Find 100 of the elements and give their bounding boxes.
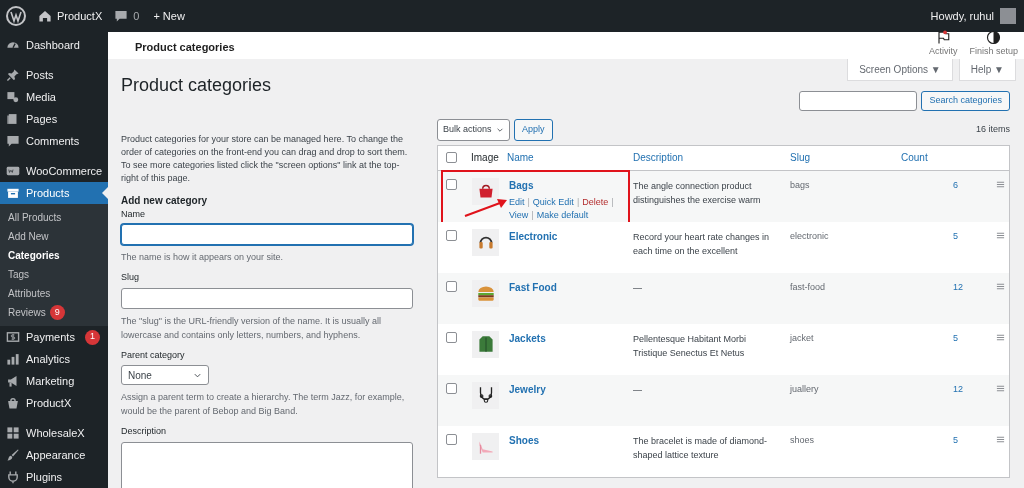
row-action-link[interactable]: Edit [509, 195, 525, 209]
parent-category-select[interactable]: None [121, 365, 209, 385]
row-action-link[interactable]: Delete [582, 195, 609, 209]
drag-handle-icon [996, 434, 1005, 444]
screen-tab[interactable]: Help ▼ [958, 58, 1016, 81]
separator-text: | [527, 195, 530, 209]
product-total-link[interactable]: 5 [953, 228, 958, 243]
description-cell-text: Pellentesque Habitant Morbi Tristique Senectus Et Netus [633, 332, 748, 360]
slug-cell-text: jacket [790, 331, 815, 345]
apply-button[interactable]: Apply [514, 118, 553, 141]
sidebar-item[interactable]: WholesaleX [0, 422, 108, 444]
field-label: Slug [121, 271, 140, 284]
product-total-link[interactable]: 12 [953, 279, 963, 294]
megaphone-icon [6, 374, 20, 388]
site-link[interactable]: ProductX [38, 7, 103, 25]
field-label: Parent category [121, 348, 186, 362]
sidebar-item[interactable]: Plugins [0, 466, 108, 488]
form-heading: Add new category [121, 193, 209, 208]
separator-text: | [576, 195, 580, 209]
header-action[interactable]: Finish setup [969, 30, 1018, 59]
category-name-link[interactable]: Fast Food [509, 279, 557, 295]
help-text: Assign a parent term to create a hierarchy. The term Jazz, for example, would be the parent of Bebop and Big Band. [121, 391, 406, 418]
submenu-item[interactable]: Reviews 9 [0, 303, 108, 322]
pages-icon [6, 112, 20, 126]
screen-tab[interactable]: Screen Options ▼ [847, 58, 953, 81]
drag-handle-icon [996, 230, 1005, 240]
row-checkbox[interactable] [446, 280, 457, 292]
count-badge: 1 [84, 329, 100, 345]
category-name-link[interactable]: Shoes [509, 432, 539, 448]
sidebar-item[interactable]: Marketing [0, 370, 108, 392]
item-count: 16 items [976, 122, 1010, 136]
box-icon [6, 186, 20, 200]
category-name-link[interactable]: Jackets [509, 330, 546, 346]
brush-icon [6, 448, 20, 462]
category-name-link[interactable]: Jewelry [509, 381, 546, 397]
slug-cell-text: fast-food [790, 280, 827, 294]
input-field[interactable] [121, 224, 413, 245]
greeting-text: Howdy, ruhul [930, 8, 994, 24]
media-icon [6, 90, 20, 104]
help-text: The name is how it appears on your site. [121, 251, 285, 264]
sidebar-item[interactable]: Comments [0, 130, 108, 152]
column-header-link[interactable]: Slug [790, 150, 810, 165]
sidebar-item[interactable]: Posts [0, 64, 108, 86]
search-button[interactable]: Search categories [921, 90, 1010, 111]
page-title: Product categories [121, 73, 273, 97]
drag-handle-icon [996, 332, 1005, 342]
intro-text: Product categories for your store can be managed here. To change the order of categories on the front-end you can drag and drop to sort them. To see more categories listed click the "screen options" link at the top-right of this page. [121, 132, 409, 185]
select-all-checkbox[interactable] [446, 152, 457, 163]
column-header-link[interactable]: Description [633, 150, 684, 165]
row-action-link[interactable]: Quick Edit [532, 195, 574, 209]
row-checkbox[interactable] [446, 229, 457, 241]
header-title: Product categories [135, 40, 235, 55]
field-label: Name [121, 207, 146, 221]
row-checkbox[interactable] [446, 433, 457, 445]
separator-text: | [611, 195, 614, 209]
dollar-sign-icon [6, 330, 20, 344]
description-cell-text: — [633, 383, 643, 397]
product-total-link[interactable]: 5 [953, 432, 958, 447]
category-name-link[interactable]: Electronic [509, 228, 558, 244]
product-total-link[interactable]: 6 [953, 177, 958, 192]
sidebar-item[interactable]: Appearance [0, 444, 108, 466]
description-cell-text: — [633, 281, 643, 295]
sidebar-item[interactable]: Payments 1 [0, 326, 108, 348]
count-badge: 9 [49, 305, 65, 320]
sidebar-item[interactable]: Pages [0, 108, 108, 130]
sidebar-item[interactable]: Analytics [0, 348, 108, 370]
submenu-item[interactable]: Attributes [0, 284, 108, 303]
description-cell-text: The bracelet is made of diamond-shaped lattice texture [633, 434, 769, 462]
sidebar-item[interactable]: Media [0, 86, 108, 108]
product-total-link[interactable]: 12 [953, 381, 963, 396]
new-link[interactable]: + New [153, 7, 185, 25]
row-action-link[interactable]: View [509, 208, 529, 222]
row-checkbox[interactable] [446, 178, 457, 190]
speech-bubble-icon [114, 9, 129, 23]
sidebar-item[interactable]: WooCommerce [0, 160, 108, 182]
drag-handle-icon [996, 281, 1005, 291]
header-action[interactable]: Activity [928, 30, 958, 59]
category-name-link[interactable]: Bags [509, 177, 534, 193]
bulk-actions-select[interactable]: Bulk actions [437, 118, 510, 141]
comments-link[interactable]: 0 [114, 7, 140, 25]
row-checkbox[interactable] [446, 382, 457, 394]
row-checkbox[interactable] [446, 331, 457, 343]
column-header-link[interactable]: Name [507, 150, 534, 165]
submenu-item[interactable]: All Products [0, 208, 108, 227]
input-field[interactable] [121, 287, 413, 309]
submenu-item[interactable]: Add New [0, 227, 108, 246]
sidebar-item[interactable]: ProductX [0, 392, 108, 414]
sidebar-item[interactable]: Products [0, 182, 108, 204]
submenu-item[interactable]: Tags [0, 265, 108, 284]
search-field[interactable] [799, 90, 918, 111]
row-action-link[interactable]: Make default [536, 208, 589, 222]
submenu-item[interactable]: Categories [0, 246, 108, 265]
product-total-link[interactable]: 5 [953, 330, 958, 345]
drag-handle-icon [996, 179, 1005, 189]
plug-icon [6, 470, 20, 484]
grid-icon [6, 426, 20, 440]
sidebar-item[interactable]: Dashboard [0, 34, 108, 56]
column-header-link[interactable]: Count [901, 150, 928, 165]
description-cell-text: Record your heart rate changes in each time on the excellent [633, 230, 771, 258]
slug-cell-text: juallery [790, 382, 820, 396]
